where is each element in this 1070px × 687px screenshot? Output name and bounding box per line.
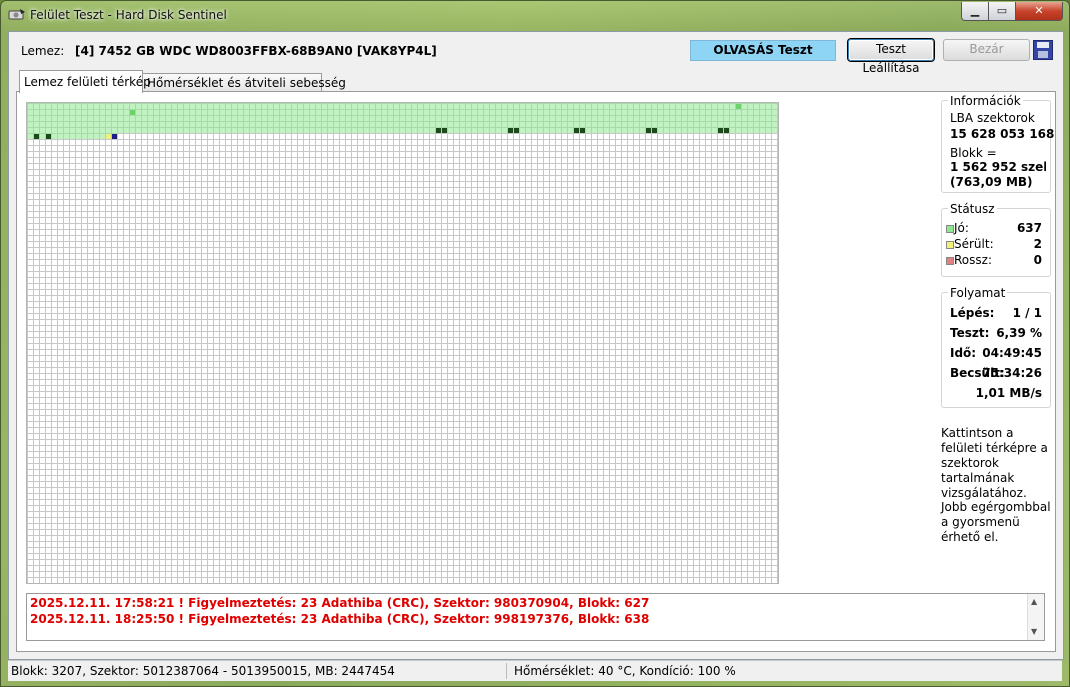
right-click-hint: Jobb egérgombbal a gyorsmenü érhető el.	[941, 500, 1051, 544]
lba-label: LBA szektorok	[950, 111, 1035, 125]
client-area: Lemez: [4] 7452 GB WDC WD8003FFBX-68B9AN…	[8, 31, 1064, 660]
log-entry: 2025.12.11. 18:25:50 ! Figyelmeztetés: 2…	[30, 612, 650, 626]
close-button[interactable]: Bezár	[943, 39, 1030, 61]
title-bar[interactable]: Felület Teszt - Hard Disk Sentinel ▁ ▭ ✕	[1, 1, 1069, 31]
map-block	[514, 128, 519, 133]
damaged-label: Sérült:	[954, 237, 994, 251]
map-block	[130, 110, 135, 115]
bad-legend-icon	[946, 257, 954, 265]
disk-sentinel-icon	[8, 9, 25, 20]
block-mb: (763,09 MB)	[950, 175, 1033, 189]
map-block	[724, 128, 729, 133]
good-legend-icon	[946, 225, 954, 233]
tested-area	[27, 103, 778, 133]
status-bar: Blokk: 3207, Szektor: 5012387064 - 50139…	[8, 660, 1062, 681]
map-block	[574, 128, 579, 133]
map-block	[718, 128, 723, 133]
map-block	[652, 128, 657, 133]
disk-label: Lemez:	[21, 44, 65, 58]
map-block	[436, 128, 441, 133]
lba-value: 15 628 053 168	[950, 127, 1055, 141]
disk-name: [4] 7452 GB WDC WD8003FFBX-68B9AN0 [VAK8…	[75, 44, 437, 58]
tab-temperature-speed[interactable]: Hőmérséklet és átviteli sebesség	[142, 73, 346, 92]
bad-label: Rossz:	[954, 253, 992, 267]
good-label: Jó:	[954, 221, 969, 235]
maximize-button[interactable]: ▭	[988, 2, 1016, 21]
block-info: Blokk: 3207, Szektor: 5012387064 - 50139…	[11, 664, 395, 678]
save-icon[interactable]	[1033, 40, 1053, 60]
log-scrollbar[interactable]: ▲ ▼	[1027, 594, 1044, 640]
map-block	[34, 134, 39, 139]
step-value: 1 / 1	[1012, 306, 1042, 320]
step-label: Lépés:	[950, 306, 995, 320]
statusbar-divider	[506, 663, 507, 679]
scroll-up-icon[interactable]: ▲	[1031, 597, 1037, 606]
temperature-info: Hőmérséklet: 40 °C, Kondíció: 100 %	[514, 664, 736, 678]
event-log[interactable]: 2025.12.11. 17:58:21 ! Figyelmeztetés: 2…	[26, 593, 1045, 641]
bad-value: 0	[1033, 253, 1042, 267]
map-block	[736, 104, 741, 109]
map-block	[508, 128, 513, 133]
surface-map[interactable]	[26, 102, 779, 584]
stop-test-button[interactable]: Teszt Leállítása	[848, 39, 934, 75]
map-block	[646, 128, 651, 133]
damaged-legend-icon	[946, 241, 954, 249]
status-title: Státusz	[948, 202, 997, 216]
info-title: Információk	[948, 94, 1023, 108]
block-value: 1 562 952 szektor	[950, 160, 1046, 174]
info-panel: Információk LBA szektorok 15 628 053 168…	[941, 94, 1055, 193]
map-block	[580, 128, 585, 133]
scroll-down-icon[interactable]: ▼	[1031, 627, 1037, 636]
progress-panel: Folyamat Lépés: 1 / 1 Teszt: 6,39 % Idő:…	[941, 286, 1051, 408]
app-window: Felület Teszt - Hard Disk Sentinel ▁ ▭ ✕…	[0, 0, 1070, 687]
block-label: Blokk =	[950, 146, 997, 160]
test-status-badge: OLVASÁS Teszt	[690, 40, 836, 61]
click-hint: Kattintson a felületi térképre a szektor…	[941, 426, 1048, 500]
estimated-value: 75:34:26	[982, 366, 1042, 380]
map-block	[442, 128, 447, 133]
time-label: Idő:	[950, 346, 977, 360]
tab-surface-map[interactable]: Lemez felületi térkép	[19, 70, 151, 93]
map-block	[112, 134, 117, 139]
status-panel: Státusz Jó: 637 Sérült: 2 Rossz: 0	[941, 202, 1051, 277]
progress-title: Folyamat	[948, 286, 1008, 300]
window-title: Felület Teszt - Hard Disk Sentinel	[30, 8, 227, 22]
test-value: 6,39 %	[996, 326, 1042, 340]
map-block	[46, 134, 51, 139]
damaged-value: 2	[1033, 237, 1042, 251]
tested-area-partial	[27, 133, 117, 139]
map-block	[106, 134, 111, 139]
test-label: Teszt:	[950, 326, 990, 340]
good-value: 637	[1016, 221, 1042, 235]
time-value: 04:49:45	[982, 346, 1042, 360]
log-entry: 2025.12.11. 17:58:21 ! Figyelmeztetés: 2…	[30, 596, 650, 610]
speed-value: 1,01 MB/s	[975, 386, 1042, 400]
tab-page: Információk LBA szektorok 15 628 053 168…	[16, 91, 1056, 652]
minimize-button[interactable]: ▁	[961, 2, 989, 21]
close-window-button[interactable]: ✕	[1015, 2, 1063, 21]
